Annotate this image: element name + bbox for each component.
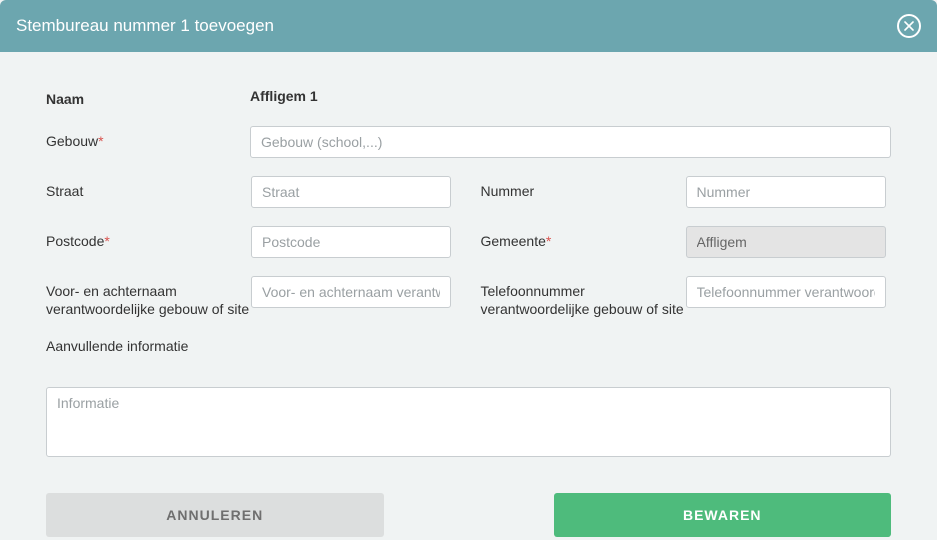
label-gebouw: Gebouw* (46, 126, 250, 150)
value-naam: Affligem 1 (250, 84, 891, 104)
input-nummer[interactable] (686, 176, 886, 208)
label-verantwoordelijke-tel: Telefoonnummer verantwoordelijke gebouw … (481, 276, 686, 318)
row-naam: Naam Affligem 1 (46, 84, 891, 108)
textarea-aanvullende-info[interactable] (46, 387, 891, 457)
label-aanvullende-info: Aanvullende informatie (46, 337, 891, 355)
row-postcode-gemeente: Postcode* Gemeente* (46, 226, 891, 258)
input-straat[interactable] (251, 176, 451, 208)
row-verantwoordelijke: Voor- en achternaam verantwoordelijke ge… (46, 276, 891, 318)
label-gemeente: Gemeente* (481, 226, 686, 250)
modal-header: Stembureau nummer 1 toevoegen (0, 0, 937, 52)
row-gebouw: Gebouw* (46, 126, 891, 158)
row-aanvullende-info: Aanvullende informatie (46, 337, 891, 457)
button-row: ANNULEREN BEWAREN (46, 493, 891, 537)
cancel-button[interactable]: ANNULEREN (46, 493, 384, 537)
label-postcode: Postcode* (46, 226, 251, 250)
close-icon (904, 19, 914, 33)
row-straat-nummer: Straat Nummer (46, 176, 891, 208)
label-naam: Naam (46, 84, 250, 108)
label-nummer: Nummer (481, 176, 686, 200)
label-verantwoordelijke-naam: Voor- en achternaam verantwoordelijke ge… (46, 276, 251, 318)
close-button[interactable] (897, 14, 921, 38)
input-gebouw[interactable] (250, 126, 891, 158)
required-marker: * (98, 133, 103, 149)
required-marker: * (104, 233, 109, 249)
modal-body: Naam Affligem 1 Gebouw* Straat (0, 52, 937, 540)
input-verantwoordelijke-tel[interactable] (686, 276, 886, 308)
label-straat: Straat (46, 176, 251, 200)
modal-title: Stembureau nummer 1 toevoegen (16, 16, 274, 36)
input-verantwoordelijke-naam[interactable] (251, 276, 451, 308)
modal-dialog: Stembureau nummer 1 toevoegen Naam Affli… (0, 0, 937, 540)
required-marker: * (546, 233, 551, 249)
input-gemeente (686, 226, 886, 258)
input-postcode[interactable] (251, 226, 451, 258)
save-button[interactable]: BEWAREN (554, 493, 892, 537)
